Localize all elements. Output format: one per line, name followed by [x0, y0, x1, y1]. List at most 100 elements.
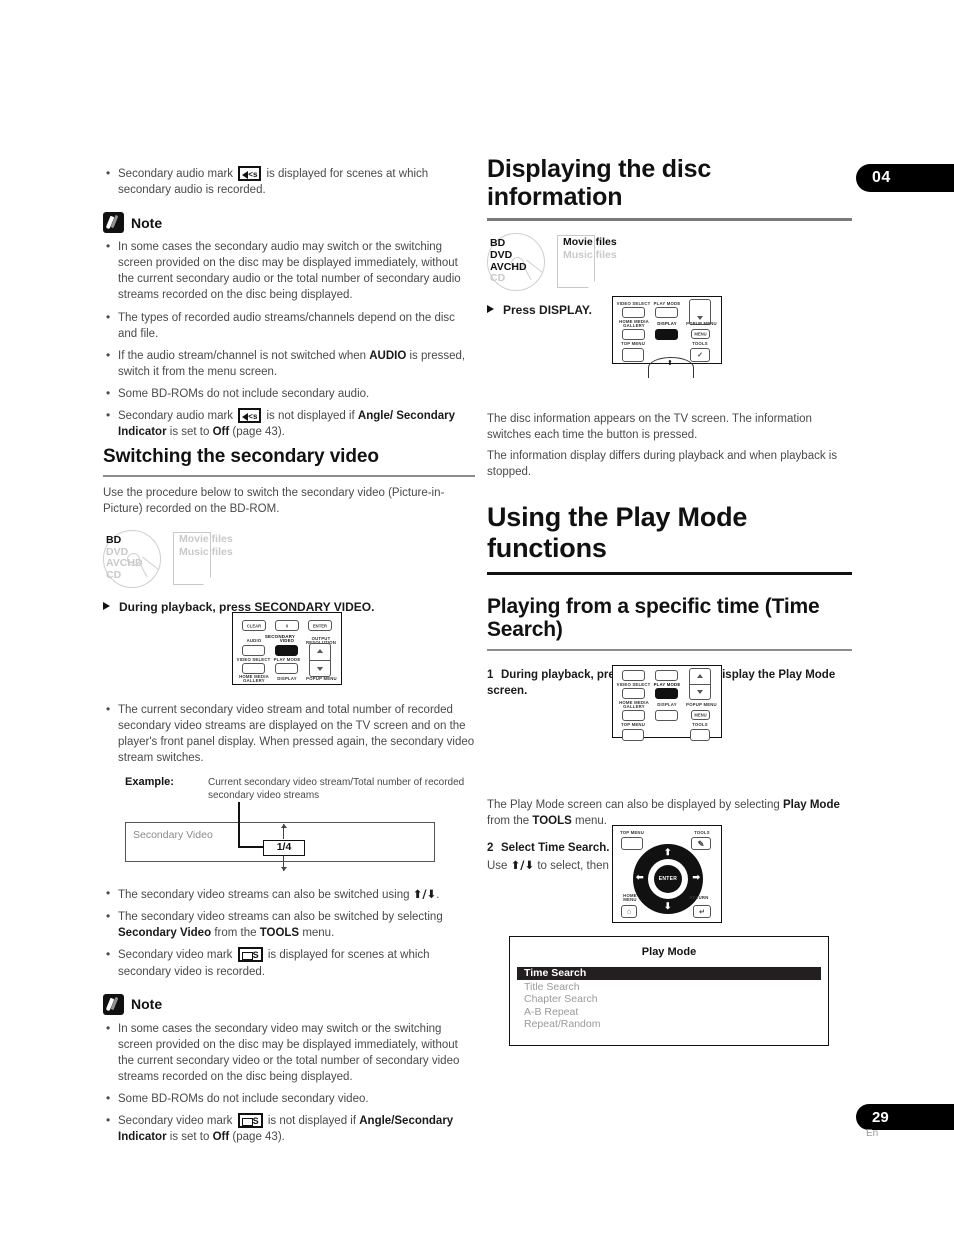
play-mode-item-ab-repeat[interactable]: A-B Repeat [510, 1006, 828, 1019]
disc-format-cd: CD [490, 272, 506, 285]
heading-displaying-disc-information: Displaying the disc information [487, 155, 712, 211]
remote-label-display: DISPLAY [657, 702, 677, 707]
remote-key-play-mode [275, 663, 298, 674]
play-mode-item-title-search[interactable]: Title Search [510, 981, 828, 994]
remote-key-display[interactable] [655, 329, 678, 340]
remote-key-top-row-left [622, 670, 645, 681]
secondary-video-mark-icon: S [237, 1113, 263, 1129]
media-compat-icons-left: BD DVD AVCHD CD Movie files Music files [103, 529, 475, 590]
disc-info-paragraph-2: The information display differs during p… [487, 449, 838, 478]
note-label: Note [131, 996, 163, 1013]
remote-key-popup-menu: MENU [691, 329, 710, 339]
heading-using-play-mode-functions: Using the Play Mode functions [487, 502, 852, 575]
remote-key-home-menu: ⌂ [621, 905, 637, 918]
remote-label-display: DISPLAY [657, 321, 677, 326]
arrow-left-icon[interactable]: ⬅ [636, 873, 644, 882]
secondary-video-bullets: The current secondary video stream and t… [103, 701, 475, 766]
remote-label-tools: TOOLS [694, 830, 710, 835]
secondary-video-mark-icon: S [237, 947, 263, 963]
intro-paragraph: Use the procedure below to switch the se… [103, 487, 445, 515]
remote-label-video: VIDEO [279, 638, 295, 643]
list-item: Secondary audio mark <s is not displayed… [103, 407, 475, 440]
remote-key-popup-menu: MENU [691, 710, 710, 720]
list-item: The current secondary video stream and t… [103, 701, 475, 766]
disc-info-paragraph-1: The disc information appears on the TV s… [487, 413, 812, 441]
list-item: Some BD-ROMs do not include secondary vi… [103, 1090, 475, 1107]
right-column: Displaying the disc information BD DVD A… [487, 155, 852, 923]
remote-diagram-display: VIDEO SELECT PLAY MODE HOME MEDIA GALLERY… [612, 296, 722, 378]
play-mode-item-chapter-search[interactable]: Chapter Search [510, 993, 828, 1006]
arrow-down-icon[interactable]: ⬇ [664, 902, 672, 911]
remote-label-home-media-gallery: HOME MEDIA GALLERY [239, 674, 269, 684]
remote-key-play-mode[interactable] [655, 688, 678, 699]
remote-label-tools: TOOLS [692, 341, 708, 346]
remote-label-display: DISPLAY [277, 676, 297, 681]
remote-key-updown [309, 643, 331, 677]
divider [103, 475, 475, 478]
remote-key-enter[interactable]: ENTER [654, 865, 682, 893]
remote-label-home-media-gallery: HOME MEDIA GALLERY [619, 700, 649, 710]
remote-label-popup-menu: POPUP MENU [686, 321, 717, 326]
remote-key-video-select [622, 307, 645, 318]
remote-key-top-menu [622, 729, 644, 741]
remote-label-home-menu: HOME MENU [623, 893, 637, 903]
list-item: If the audio stream/channel is not switc… [103, 347, 475, 380]
remote-key-return: ↵ [693, 905, 711, 918]
play-mode-dialog: Play Mode Time Search Title Search Chapt… [509, 936, 829, 1046]
remote-key-top-menu [622, 348, 644, 362]
divider [487, 648, 852, 651]
remote-key-play-mode [655, 307, 678, 318]
remote-key-tools: ✎ [691, 837, 711, 850]
list-item: Some BD-ROMs do not include secondary au… [103, 385, 475, 402]
note-bullets: In some cases the secondary audio may sw… [103, 238, 475, 440]
tick-bottom [280, 856, 287, 872]
wrench-icon: ✎ [697, 839, 705, 848]
secondary-video-bullets-after: The secondary video streams can also be … [103, 885, 475, 979]
list-item: The secondary video streams can also be … [103, 885, 475, 903]
note2-bullets: In some cases the secondary video may sw… [103, 1020, 475, 1146]
example-label: Example: [125, 776, 174, 789]
remote-key-home-media-gallery [622, 329, 645, 340]
remote-key-audio [242, 645, 265, 656]
home-icon: ⌂ [626, 908, 632, 915]
remote-diagram-play-mode: VIDEO SELECT PLAY MODE HOME MEDIA GALLERY… [612, 665, 722, 741]
disc-format-dvd: DVD [490, 248, 513, 261]
divider [487, 218, 852, 221]
callout-line-horizontal [238, 846, 265, 848]
play-mode-dialog-title: Play Mode [641, 946, 697, 958]
stream-count-value: 1/4 [263, 840, 305, 857]
pencil-note-icon [103, 993, 124, 1015]
disc-format-bd: BD [106, 533, 122, 546]
chapter-tab: 04 [856, 164, 954, 192]
play-mode-item-time-search[interactable]: Time Search [517, 967, 821, 980]
callout-line-vertical [238, 802, 240, 849]
navigation-ring[interactable]: ⬆ ⬇ ⬅ ➡ ENTER [633, 844, 703, 914]
arrow-up-icon[interactable]: ⬆ [664, 848, 672, 857]
list-item: The secondary video streams can also be … [103, 908, 475, 941]
media-compat-icons-right: BD DVD AVCHD CD Movie files Music files [487, 233, 852, 293]
section-title-switching-secondary-video: Switching the secondary video [103, 446, 379, 468]
arrow-right-icon[interactable]: ➡ [692, 873, 700, 882]
up-down-arrows-icon: ⬆/⬇ [412, 887, 437, 902]
remote-key-video-select [242, 663, 265, 674]
remote-key-updown [689, 668, 711, 700]
remote-diagram-nav-ring: TOP MENU TOOLS ✎ ⬆ ⬇ ⬅ ➡ ENTER HOME MENU … [612, 825, 722, 923]
remote-diagram-secondary-video: CLEAR 0 ENTER SECONDARY AUDIO VIDEO OUTP… [232, 612, 342, 685]
note-label: Note [131, 214, 163, 231]
remote-label-tools: TOOLS [692, 722, 708, 727]
remote-label-audio: AUDIO [246, 638, 262, 643]
remote-label-top-menu: TOP MENU [620, 722, 646, 727]
disc-format-labels: BD DVD AVCHD CD [490, 237, 527, 285]
triangle-bullet-icon [487, 305, 494, 313]
page-language-label: En [866, 1128, 879, 1139]
list-item: In some cases the secondary video may sw… [103, 1020, 475, 1085]
remote-key-top-row-mid [655, 670, 678, 681]
play-mode-item-repeat-random[interactable]: Repeat/Random [510, 1018, 828, 1031]
return-arrow-icon: ↵ [699, 908, 705, 916]
page-number-tab: 29 [856, 1104, 954, 1130]
disc-format-labels: BD DVD AVCHD CD [106, 533, 143, 582]
left-column: Secondary audio mark <s is displayed for… [103, 160, 475, 1151]
example-block: Example: Current secondary video stream/… [103, 776, 475, 884]
remote-key-video-select [622, 688, 645, 699]
remote-key-secondary-video[interactable] [275, 645, 298, 656]
